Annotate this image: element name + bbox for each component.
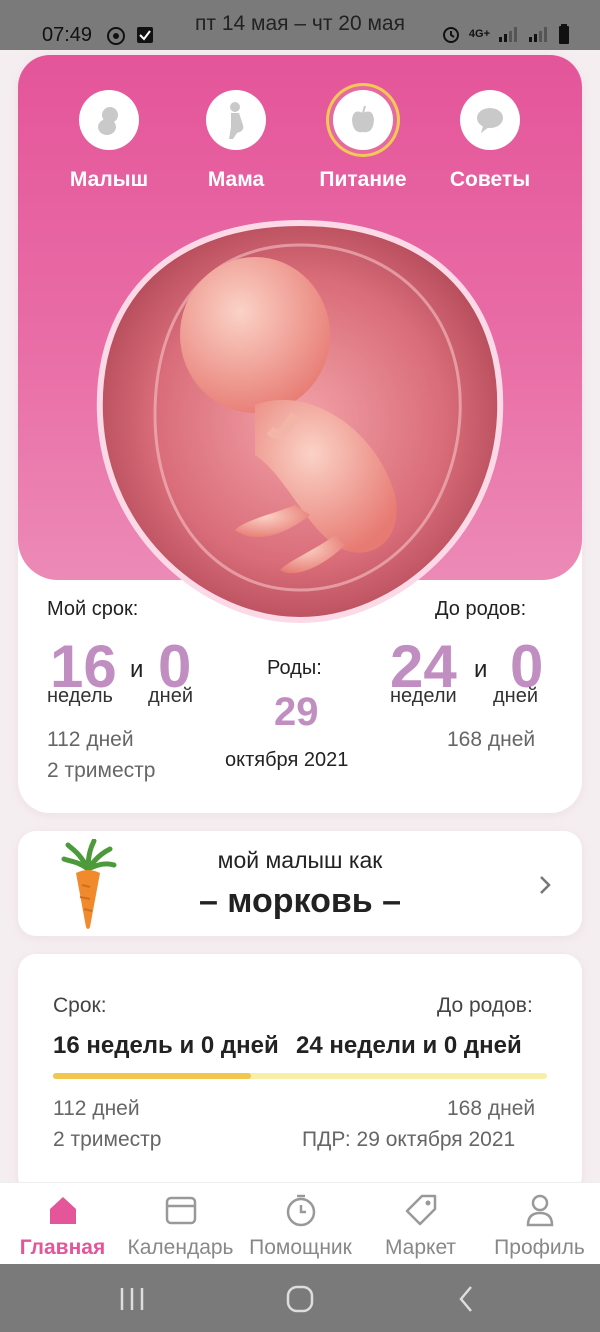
- progress-left-value: 16 недель и 0 дней: [53, 1032, 279, 1059]
- status-right-icons: 4G+: [441, 24, 570, 44]
- bottom-navigation: Главная Календарь Помощник Маркет Профил…: [0, 1182, 600, 1264]
- signal-icon: [499, 27, 517, 42]
- remaining-total-days: 168 дней: [447, 728, 536, 751]
- term-trimester: 2 триместр: [47, 759, 156, 782]
- baby-icon: [79, 90, 139, 150]
- nav-calendar[interactable]: Календарь: [118, 1193, 243, 1260]
- apple-icon: [333, 90, 393, 150]
- progress-right-value: 24 недели и 0 дней: [296, 1032, 522, 1059]
- fruit-name: – морковь –: [198, 882, 402, 920]
- birth-month-year: октября 2021: [225, 749, 349, 771]
- nav-profile[interactable]: Профиль: [477, 1193, 600, 1260]
- status-bar: 07:49 пт 14 мая – чт 20 мая 4G+: [0, 0, 600, 50]
- tab-nutrition[interactable]: Питание: [303, 90, 423, 192]
- tab-tips-label: Советы: [449, 168, 531, 191]
- recent-apps-icon[interactable]: [118, 1286, 146, 1312]
- home-button-icon[interactable]: [285, 1284, 315, 1314]
- network-type: 4G+: [468, 28, 490, 40]
- fetus-illustration: [96, 219, 504, 624]
- tab-baby[interactable]: Малыш: [49, 90, 169, 192]
- category-tabs: Малыш Мама Питание Советы: [18, 80, 582, 200]
- nav-profile-label: Профиль: [494, 1236, 585, 1259]
- term-days-word: дней: [148, 685, 194, 707]
- pregnant-mother-icon: [206, 90, 266, 150]
- battery-icon: [559, 24, 569, 44]
- progress-right-label: До родов:: [437, 994, 533, 1017]
- nav-home-label: Главная: [19, 1236, 106, 1259]
- fruit-title: мой малыш как: [217, 847, 383, 873]
- term-weeks-word: недель: [47, 685, 113, 707]
- remaining-label: До родов:: [435, 598, 527, 620]
- nav-calendar-label: Календарь: [127, 1236, 234, 1259]
- tab-mom-label: Мама: [207, 168, 265, 191]
- nav-assistant[interactable]: Помощник: [238, 1193, 363, 1260]
- nav-market[interactable]: Маркет: [358, 1193, 483, 1260]
- alarm-icon: [442, 27, 459, 43]
- home-icon: [49, 1197, 76, 1224]
- nav-assistant-label: Помощник: [249, 1236, 352, 1259]
- tab-nutrition-label: Питание: [319, 168, 407, 191]
- pregnancy-progress-bar: [53, 1073, 547, 1079]
- tag-icon: [405, 1194, 436, 1226]
- progress-left-days: 112 дней: [53, 1097, 140, 1120]
- progress-right-days: 168 дней: [447, 1097, 536, 1120]
- nav-home[interactable]: Главная: [0, 1193, 125, 1260]
- system-navigation-bar: [0, 1264, 600, 1332]
- signal-2-icon: [529, 27, 547, 42]
- progress-due-date: ПДР: 29 октября 2021: [302, 1128, 516, 1151]
- back-icon[interactable]: [456, 1284, 476, 1314]
- remaining-days-word: дней: [493, 685, 539, 707]
- profile-icon: [526, 1194, 553, 1227]
- tab-baby-label: Малыш: [69, 168, 149, 191]
- tab-tips[interactable]: Советы: [430, 90, 550, 192]
- progress-trimester: 2 триместр: [53, 1128, 162, 1151]
- progress-left-label: Срок:: [53, 994, 107, 1017]
- pregnancy-progress-fill: [53, 1073, 251, 1079]
- calendar-icon: [165, 1196, 196, 1225]
- term-and: и: [130, 656, 144, 683]
- remaining-weeks-word: недели: [390, 685, 457, 707]
- term-total-days: 112 дней: [47, 728, 134, 751]
- birth-label: Роды:: [267, 657, 322, 679]
- my-term-label: Мой срок:: [47, 598, 139, 620]
- tab-mom[interactable]: Мама: [176, 90, 296, 192]
- chat-bubble-icon: [460, 90, 520, 150]
- birth-day: 29: [274, 690, 319, 734]
- stopwatch-icon: [286, 1194, 315, 1227]
- nav-market-label: Маркет: [384, 1236, 457, 1259]
- remaining-and: и: [474, 656, 488, 683]
